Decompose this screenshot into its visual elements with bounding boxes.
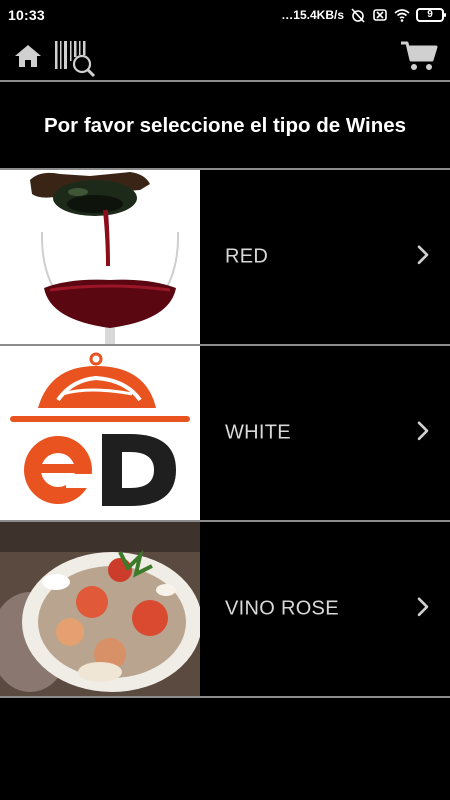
home-button[interactable] bbox=[10, 40, 46, 72]
chevron-right-icon bbox=[417, 597, 429, 617]
list-item-label: VINO ROSE bbox=[225, 597, 339, 620]
status-bar: 10:33 …15.4KB/s 9 bbox=[0, 0, 450, 30]
toolbar-divider bbox=[0, 80, 450, 82]
home-icon bbox=[15, 45, 41, 67]
barcode-search-icon bbox=[55, 41, 96, 78]
barcode-scan-button[interactable] bbox=[50, 36, 100, 80]
network-speed: …15.4KB/s bbox=[281, 8, 344, 22]
list-item-vino-rose[interactable]: VINO ROSE bbox=[0, 522, 450, 698]
status-time: 10:33 bbox=[8, 7, 45, 23]
battery-icon: 9 bbox=[416, 8, 446, 22]
cart-button[interactable] bbox=[398, 38, 440, 74]
wifi-icon bbox=[394, 9, 410, 22]
page-header: Por favor seleccione el tipo de Wines bbox=[0, 84, 450, 168]
list-item-red[interactable]: RED bbox=[0, 170, 450, 346]
status-icons: …15.4KB/s 9 bbox=[281, 6, 446, 24]
chevron-right-icon bbox=[417, 421, 429, 441]
list-item-white[interactable]: WHITE bbox=[0, 346, 450, 522]
chevron-right-icon bbox=[417, 245, 429, 265]
wine-type-list: RED WHITE VINO ROSE bbox=[0, 170, 450, 698]
list-item-label: RED bbox=[225, 245, 269, 268]
ceviche-dish-image bbox=[0, 522, 200, 696]
toolbar bbox=[0, 30, 450, 82]
list-item-label: WHITE bbox=[225, 421, 291, 444]
red-wine-pour-image bbox=[0, 170, 200, 344]
no-sim-icon bbox=[373, 9, 387, 21]
alarm-off-icon bbox=[351, 8, 365, 23]
cart-icon bbox=[401, 41, 438, 70]
page-title: Por favor seleccione el tipo de Wines bbox=[43, 114, 407, 137]
ed-logo-image bbox=[0, 346, 200, 520]
